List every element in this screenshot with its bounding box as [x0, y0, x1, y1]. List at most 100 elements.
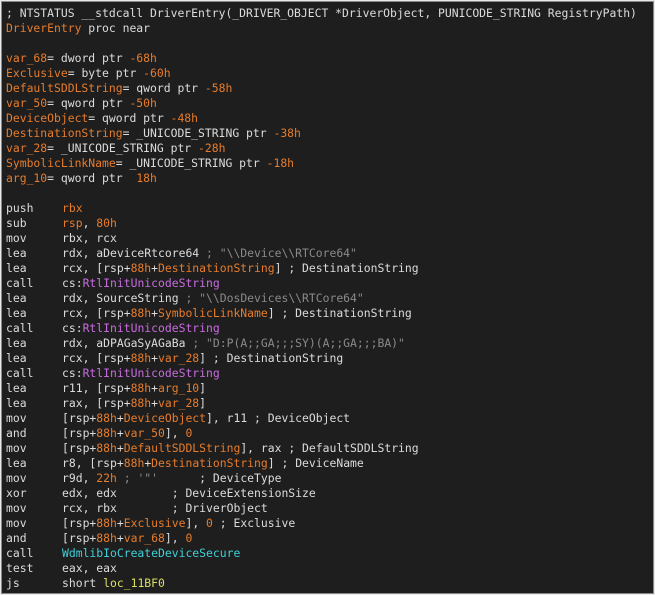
- operand-token: 88h: [130, 381, 152, 395]
- instruction-line[interactable]: lea rdx, SourceString ; "\\DosDevices\\RT…: [6, 291, 637, 306]
- instruction-line[interactable]: test eax, eax: [6, 561, 637, 576]
- operand-token: 0: [185, 531, 193, 545]
- operand-token: [rsp+: [62, 531, 97, 545]
- instruction-line[interactable]: and [rsp+88h+var_50], 0: [6, 426, 637, 441]
- operand-token: Exclusive: [123, 516, 186, 530]
- stack-var-line[interactable]: Exclusive= byte ptr -60h: [6, 66, 637, 81]
- operand-token: DefaultSDDLString: [123, 441, 241, 455]
- instruction-line[interactable]: lea rcx, [rsp+88h+SymbolicLinkName] ; Des…: [6, 306, 637, 321]
- instruction-line[interactable]: lea rax, [rsp+88h+var_28]: [6, 396, 637, 411]
- operand-token: r11, [rsp+: [62, 381, 131, 395]
- operand-token: rcx, [rsp+: [62, 351, 131, 365]
- mnemonic: lea: [6, 396, 27, 410]
- stack-var-line[interactable]: var_68= dword ptr -68h: [6, 51, 637, 66]
- operand-token: [rsp+: [62, 426, 97, 440]
- operand-token: rax, [rsp+: [62, 396, 131, 410]
- mnemonic: sub: [6, 216, 27, 230]
- instruction-line[interactable]: call cs:RtlInitUnicodeString: [6, 321, 637, 336]
- stack-var-line[interactable]: SymbolicLinkName= _UNICODE_STRING ptr -1…: [6, 156, 637, 171]
- mnemonic: lea: [6, 246, 27, 260]
- instruction-line[interactable]: and [rsp+88h+var_68], 0: [6, 531, 637, 546]
- operand-token: +: [116, 441, 124, 455]
- operand-token: ; "D:P(A;;GA;;;SY)(A;;GA;;;BA)": [192, 336, 405, 350]
- operand-token: SymbolicLinkName: [158, 306, 268, 320]
- stack-var-type: = _UNICODE_STRING ptr: [47, 141, 199, 155]
- operand-token: ; Exclusive: [212, 516, 296, 530]
- operand-token: 88h: [130, 396, 152, 410]
- proc-suffix: proc near: [81, 21, 151, 35]
- operand-token: ]: [199, 381, 207, 395]
- mnemonic: mov: [6, 441, 27, 455]
- operand-token: +: [151, 306, 159, 320]
- mnemonic: call: [6, 546, 34, 560]
- instruction-line[interactable]: mov [rsp+88h+Exclusive], 0 ; Exclusive: [6, 516, 637, 531]
- instruction-line[interactable]: mov r9d, 22h ; '"' ; DeviceType: [6, 471, 637, 486]
- instruction-line[interactable]: call cs:RtlInitUnicodeString: [6, 366, 637, 381]
- mnemonic: and: [6, 531, 27, 545]
- operand-token: [rsp+: [62, 516, 97, 530]
- stack-var-line[interactable]: var_28= _UNICODE_STRING ptr -28h: [6, 141, 637, 156]
- operand-token: WdmlibIoCreateDeviceSecure: [62, 546, 241, 560]
- instruction-line[interactable]: lea rdx, aDPAGaSyAGaBa ; "D:P(A;;GA;;;SY)…: [6, 336, 637, 351]
- operand-token: [rsp+: [62, 441, 97, 455]
- operand-token: var_28: [158, 351, 200, 365]
- operand-token: rdx, aDeviceRtcore64: [62, 246, 207, 260]
- operand-token: arg_10: [158, 381, 200, 395]
- operand-token: +: [151, 381, 159, 395]
- instruction-line[interactable]: sub rsp, 80h: [6, 216, 637, 231]
- operand-token: 0: [185, 426, 193, 440]
- proc-declaration[interactable]: DriverEntry proc near: [6, 21, 637, 36]
- mnemonic: lea: [6, 336, 27, 350]
- operand-token: eax, eax: [62, 561, 117, 575]
- instruction-line[interactable]: push rbx: [6, 201, 637, 216]
- stack-var-line[interactable]: DefaultSDDLString= qword ptr -58h: [6, 81, 637, 96]
- mnemonic: and: [6, 426, 27, 440]
- operand-token: 88h: [96, 531, 117, 545]
- stack-var-offset: 18h: [136, 171, 157, 185]
- stack-var-type: = dword ptr: [47, 51, 130, 65]
- stack-var-line[interactable]: DeviceObject= qword ptr -48h: [6, 111, 637, 126]
- stack-var-offset: -68h: [129, 51, 157, 65]
- instruction-line[interactable]: lea rcx, [rsp+88h+DestinationString] ; De…: [6, 261, 637, 276]
- instruction-line[interactable]: lea rdx, aDeviceRtcore64 ; "\\Device\\RTC…: [6, 246, 637, 261]
- stack-var-line[interactable]: var_50= qword ptr -50h: [6, 96, 637, 111]
- operand-token: ; "\\Device\\RTCore64": [206, 246, 357, 260]
- mnemonic: mov: [6, 516, 27, 530]
- instruction-line[interactable]: mov [rsp+88h+DeviceObject], r11 ; DeviceO…: [6, 411, 637, 426]
- operand-token: ],: [164, 531, 186, 545]
- operand-token: var_28: [158, 396, 200, 410]
- instruction-line[interactable]: lea r8, [rsp+88h+DestinationString] ; Dev…: [6, 456, 637, 471]
- instruction-list: push rbx sub rsp, 80h mov rbx, rcx lea rdx, aDe…: [6, 201, 637, 591]
- disassembly-view[interactable]: ; NTSTATUS __stdcall DriverEntry(_DRIVER…: [1, 1, 654, 594]
- instruction-line[interactable]: lea r11, [rsp+88h+arg_10]: [6, 381, 637, 396]
- proc-name[interactable]: DriverEntry: [6, 21, 81, 35]
- stack-var-line[interactable]: DestinationString= _UNICODE_STRING ptr -…: [6, 126, 637, 141]
- operand-token: ],: [185, 516, 207, 530]
- operand-token: RtlInitUnicodeString: [82, 276, 220, 290]
- instruction-line[interactable]: lea rcx, [rsp+88h+var_28] ; DestinationSt…: [6, 351, 637, 366]
- stack-var-type: = byte ptr: [67, 66, 144, 80]
- operand-token: ]: [199, 396, 207, 410]
- stack-var-line[interactable]: arg_10= qword ptr 18h: [6, 171, 637, 186]
- operand-token: rbx: [62, 201, 83, 215]
- instruction-line[interactable]: mov [rsp+88h+DefaultSDDLString], rax ; De…: [6, 441, 637, 456]
- operand-token: +: [116, 516, 124, 530]
- operand-token: ] ; DeviceName: [267, 456, 364, 470]
- mnemonic: xor: [6, 486, 27, 500]
- instruction-line[interactable]: mov rcx, rbx ; DriverObject: [6, 501, 637, 516]
- stack-var-name: var_28: [6, 141, 48, 155]
- operand-token: cs:: [62, 276, 83, 290]
- mnemonic: lea: [6, 351, 27, 365]
- operand-token: edx, edx ; DeviceExtensionSize: [62, 486, 316, 500]
- mnemonic: test: [6, 561, 34, 575]
- instruction-line[interactable]: call cs:RtlInitUnicodeString: [6, 276, 637, 291]
- operand-token: 88h: [96, 516, 117, 530]
- stack-var-offset: -60h: [143, 66, 171, 80]
- instruction-line[interactable]: xor edx, edx ; DeviceExtensionSize: [6, 486, 637, 501]
- operand-token: ], r11 ; DeviceObject: [206, 411, 351, 425]
- instruction-line[interactable]: mov rbx, rcx: [6, 231, 637, 246]
- instruction-line[interactable]: call WdmlibIoCreateDeviceSecure: [6, 546, 637, 561]
- instruction-line[interactable]: js short loc_11BF0: [6, 576, 637, 591]
- operand-token: DestinationString: [158, 261, 275, 275]
